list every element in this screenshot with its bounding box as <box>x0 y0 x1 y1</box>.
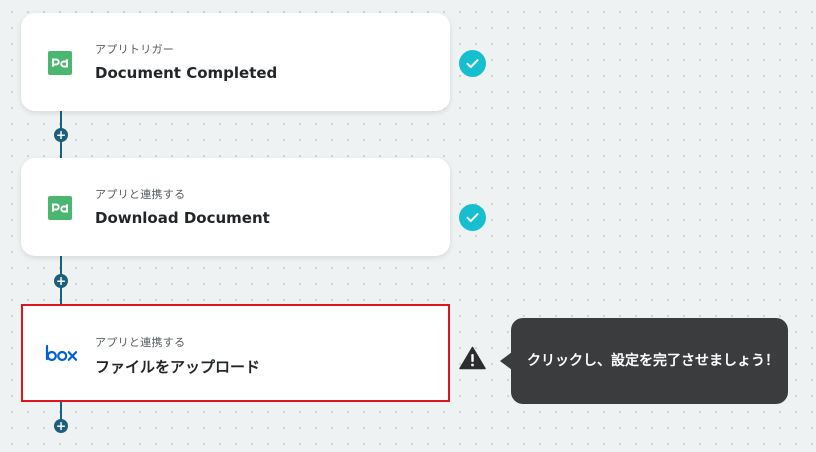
flow-step-upload-file[interactable]: アプリと連携する ファイルをアップロード <box>21 304 450 402</box>
step-type-label: アプリと連携する <box>95 188 186 201</box>
add-step-button[interactable]: + <box>54 128 68 142</box>
check-icon <box>459 50 486 77</box>
pandadoc-logo-icon <box>48 51 72 75</box>
pandadoc-logo-icon <box>48 196 72 220</box>
add-step-button[interactable]: + <box>54 274 68 288</box>
flow-step-trigger[interactable]: アプリトリガー Document Completed <box>21 13 450 111</box>
add-step-button[interactable]: + <box>54 419 68 433</box>
step-title: Document Completed <box>95 64 278 82</box>
step-title: ファイルをアップロード <box>95 358 261 376</box>
check-icon <box>459 204 486 231</box>
setup-hint-tooltip: クリックし、設定を完了させましょう！ <box>511 318 788 404</box>
step-type-label: アプリトリガー <box>95 43 175 56</box>
flow-canvas: アプリトリガー Document Completed + アプリと連携する Do… <box>0 0 816 452</box>
box-logo-icon <box>45 344 79 364</box>
step-type-label: アプリと連携する <box>95 336 186 349</box>
warning-icon <box>459 346 486 370</box>
flow-step-download-document[interactable]: アプリと連携する Download Document <box>21 158 450 256</box>
step-title: Download Document <box>95 209 270 227</box>
